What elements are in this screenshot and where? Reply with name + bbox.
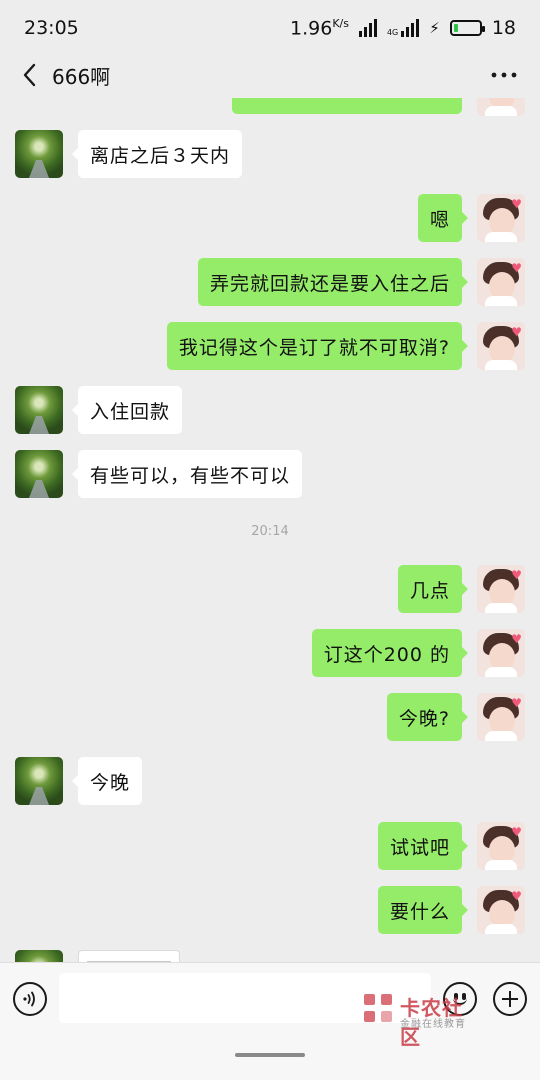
message-bubble-outgoing[interactable]: 嗯 xyxy=(417,194,469,242)
plus-icon[interactable] xyxy=(493,982,527,1016)
message-bubble-outgoing[interactable]: 订这个200 的 xyxy=(311,629,469,677)
message-timestamp: 20:14 xyxy=(251,524,289,539)
message-bubble-incoming[interactable]: 有些可以，有些不可以 xyxy=(71,450,303,498)
cellular-signal-icon: 4G xyxy=(386,18,420,37)
status-bar: 23:05 1.96K/s 4G ⚡ 18 xyxy=(0,0,540,56)
avatar-self[interactable]: ♥ xyxy=(477,98,525,116)
avatar-self[interactable]: ♥ xyxy=(477,322,525,370)
status-time: 23:05 xyxy=(24,17,79,39)
message-bubble-incoming[interactable]: 离店之后３天内 xyxy=(71,130,243,178)
voice-icon[interactable] xyxy=(13,982,47,1016)
avatar-contact[interactable] xyxy=(15,130,63,178)
network-speed-value: 1.96 xyxy=(290,17,333,40)
chevron-left-icon[interactable] xyxy=(16,61,44,89)
message-bubble-incoming[interactable]: 今晚 xyxy=(71,757,143,805)
message-bubble-outgoing[interactable]: 试试吧 xyxy=(377,822,469,870)
message-bubble-outgoing[interactable]: 要什么 xyxy=(377,886,469,934)
avatar-self[interactable]: ♥ xyxy=(477,693,525,741)
message-bubble-outgoing[interactable]: 今晚? xyxy=(386,693,469,741)
home-indicator[interactable] xyxy=(235,1053,305,1057)
avatar-contact[interactable] xyxy=(15,950,63,962)
charging-icon: ⚡ xyxy=(429,18,440,37)
avatar-self[interactable]: ♥ xyxy=(477,822,525,870)
network-speed-unit: K/s xyxy=(332,16,349,30)
avatar-self[interactable]: ♥ xyxy=(477,194,525,242)
message-bubble-incoming[interactable]: 入住回款 xyxy=(71,386,183,434)
avatar-contact[interactable] xyxy=(15,450,63,498)
message-card-incoming-partial[interactable] xyxy=(78,950,180,962)
message-bubble-outgoing[interactable]: 我记得这个是订了就不可取消? xyxy=(166,322,469,370)
message-bubble-outgoing[interactable]: 几点 xyxy=(397,565,469,613)
battery-level: 18 xyxy=(491,16,516,39)
message-bubble-outgoing-partial[interactable] xyxy=(232,98,462,114)
status-indicators: 1.96K/s 4G ⚡ 18 xyxy=(290,17,516,39)
network-type-label: 4G xyxy=(386,27,399,37)
chat-input-bar xyxy=(0,962,540,1080)
avatar-self[interactable]: ♥ xyxy=(477,258,525,306)
more-dots-icon[interactable] xyxy=(484,61,524,89)
chat-title: 666啊 xyxy=(52,64,111,89)
avatar-contact[interactable] xyxy=(15,757,63,805)
wifi-signal-icon xyxy=(358,18,377,37)
chat-header: 666啊 xyxy=(0,52,540,98)
message-bubble-outgoing[interactable]: 弄完就回款还是要入住之后 xyxy=(197,258,469,306)
battery-fill xyxy=(453,23,459,32)
avatar-self[interactable]: ♥ xyxy=(477,565,525,613)
chat-message-list[interactable]: ♥ 离店之后３天内 ♥ 嗯 ♥ 弄完就回款还是要入住之后 ♥ 我记得这个是订了就… xyxy=(0,98,540,962)
network-speed: 1.96K/s xyxy=(290,17,349,39)
avatar-self[interactable]: ♥ xyxy=(477,629,525,677)
avatar-contact[interactable] xyxy=(15,386,63,434)
message-input[interactable] xyxy=(59,973,431,1023)
avatar-self[interactable]: ♥ xyxy=(477,886,525,934)
emoji-icon[interactable] xyxy=(443,982,477,1016)
battery-icon xyxy=(449,19,485,36)
